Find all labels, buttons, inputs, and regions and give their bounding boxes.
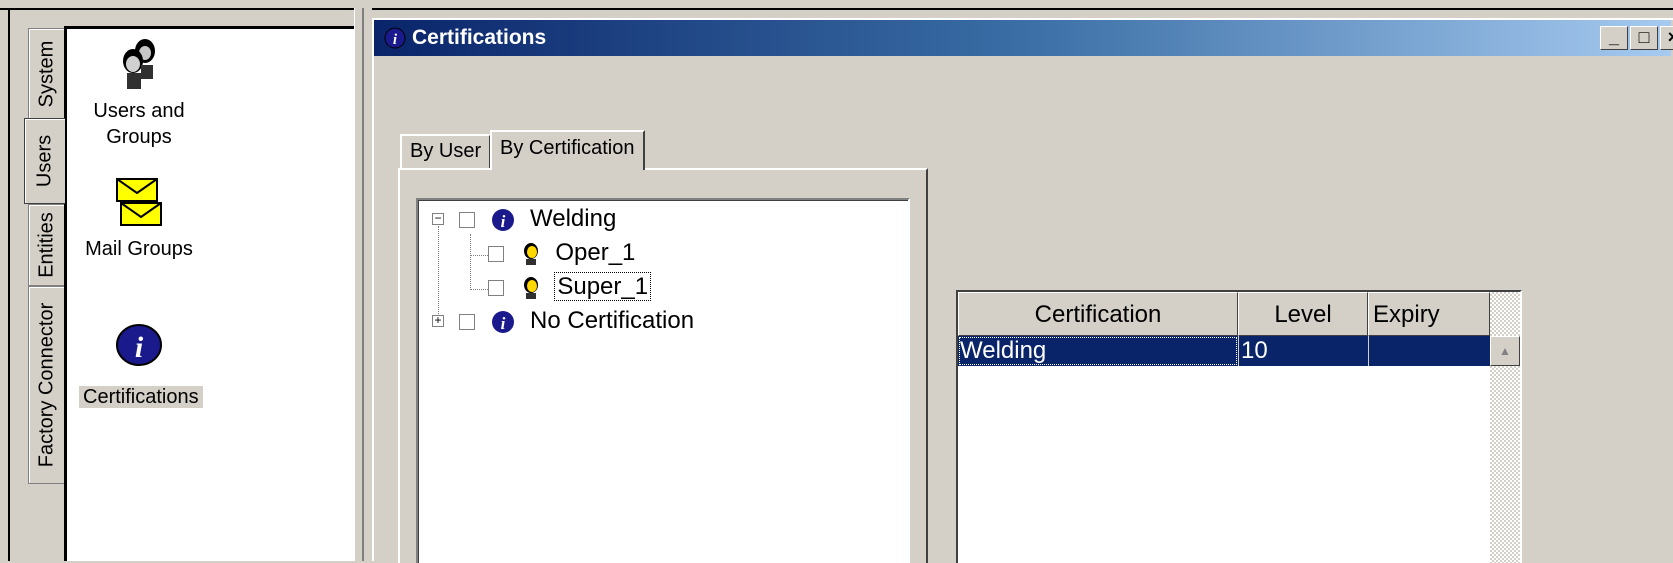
side-tab-label: Entities (35, 212, 58, 278)
scroll-up-arrow-icon[interactable]: ▲ (1490, 336, 1520, 366)
tree-node-no-certification[interactable]: + i No Certification (424, 306, 694, 336)
side-tab-entities[interactable]: Entities (28, 204, 65, 286)
certification-list[interactable]: Certification Level Expiry Welding 10 ▲ (956, 290, 1522, 563)
tree-node-label: Welding (530, 205, 617, 232)
tree-line (470, 234, 471, 290)
certification-tree[interactable]: − i Welding Oper_1 Super_1 + i No Certif… (416, 198, 910, 563)
certifications-item[interactable]: i Certifications (79, 319, 203, 410)
user-icon (523, 242, 538, 265)
info-icon: i (492, 208, 515, 231)
column-header-expiry[interactable]: Expiry (1368, 292, 1490, 336)
window-info-icon: i (384, 27, 406, 49)
window-title: Certifications (412, 26, 547, 49)
certifications-window: i Certifications _ □ × By User By Certif… (372, 18, 1673, 563)
side-tab-users[interactable]: Users (24, 118, 65, 204)
frame-top-border (0, 8, 1673, 10)
column-header-level[interactable]: Level (1238, 292, 1368, 336)
cell-level: 10 (1238, 336, 1368, 366)
users-and-groups-label-line2: Groups (106, 126, 172, 148)
cell-certification: Welding (958, 336, 1238, 366)
minimize-button[interactable]: _ (1600, 26, 1628, 50)
mail-groups-icon (116, 178, 162, 226)
tree-node-oper-1[interactable]: Oper_1 (488, 238, 635, 268)
panel-splitter-shadow (362, 8, 364, 561)
tree-node-label: Oper_1 (555, 239, 636, 266)
tree-checkbox[interactable] (458, 313, 475, 330)
tree-node-welding[interactable]: − i Welding (424, 204, 616, 234)
users-and-groups-label-line1: Users and (93, 100, 185, 122)
tree-checkbox[interactable] (488, 245, 504, 262)
tree-node-label: No Certification (530, 307, 695, 334)
mail-groups-item[interactable]: Mail Groups (79, 177, 199, 262)
frame-left-border (8, 8, 10, 561)
close-button[interactable]: × (1660, 26, 1673, 50)
info-icon: i (492, 310, 515, 333)
tab-by-certification[interactable]: By Certification (490, 130, 645, 170)
app-frame: System Users Entities Factory Connector … (0, 0, 1673, 563)
certifications-info-icon: i (116, 324, 162, 366)
cell-expiry (1368, 336, 1490, 366)
side-tab-label: Users (33, 134, 56, 188)
tree-node-super-1[interactable]: Super_1 (488, 272, 652, 302)
user-icon (523, 276, 538, 299)
side-tab-system[interactable]: System (28, 28, 65, 120)
collapse-toggle[interactable]: − (432, 212, 444, 225)
expand-toggle[interactable]: + (432, 314, 444, 327)
side-tab-label: System (35, 40, 58, 108)
tree-line (470, 289, 488, 290)
tree-line (470, 255, 488, 256)
module-icon-panel: Users and Groups Mail Groups i Certifica… (64, 26, 372, 561)
svg-text:i: i (501, 314, 506, 333)
window-titlebar[interactable]: i Certifications _ □ × (374, 20, 1673, 56)
list-vertical-scrollbar[interactable]: ▲ (1490, 292, 1520, 563)
side-tab-factory-connector[interactable]: Factory Connector (28, 286, 65, 484)
tree-line (438, 226, 439, 318)
certifications-label: Certifications (79, 386, 203, 408)
table-row[interactable]: Welding 10 (958, 336, 1490, 366)
maximize-button[interactable]: □ (1630, 26, 1658, 50)
svg-text:i: i (135, 331, 144, 364)
tree-checkbox[interactable] (488, 279, 504, 296)
users-and-groups-icon (123, 39, 155, 89)
tree-node-label: Super_1 (554, 272, 652, 301)
mail-groups-label: Mail Groups (85, 238, 193, 260)
column-header-certification[interactable]: Certification (958, 292, 1238, 336)
tab-by-user[interactable]: By User (400, 134, 492, 168)
side-tab-label: Factory Connector (35, 302, 58, 468)
svg-text:i: i (501, 212, 506, 231)
tree-checkbox[interactable] (458, 211, 475, 228)
users-and-groups-item[interactable]: Users and Groups (79, 37, 199, 150)
